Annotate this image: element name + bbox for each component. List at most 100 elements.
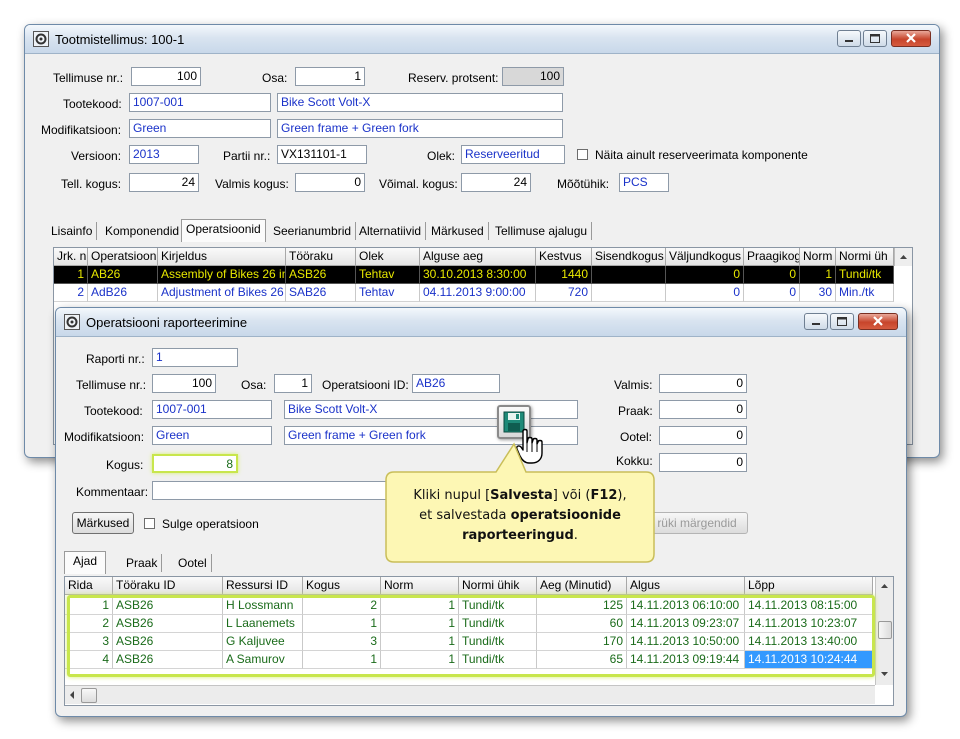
kokku-field[interactable]: 0 bbox=[659, 453, 747, 472]
cell-ressursi-id: H Lossmann bbox=[223, 597, 303, 615]
praak-field[interactable]: 0 bbox=[659, 400, 747, 419]
times-header-rida[interactable]: Rida bbox=[65, 577, 113, 595]
ops-header-olek[interactable]: Olek bbox=[356, 248, 420, 266]
modifikatsioon-label: Modifikatsioon: bbox=[64, 430, 145, 444]
ops-header-jrk[interactable]: Jrk. n bbox=[54, 248, 88, 266]
modifikatsioon-field[interactable]: Green bbox=[129, 119, 271, 138]
mootuhik-field[interactable]: PCS bbox=[619, 173, 669, 192]
maximize-button[interactable] bbox=[863, 30, 887, 47]
valmis-kogus-field[interactable]: 0 bbox=[295, 173, 365, 192]
tab-operatsioonid[interactable]: Operatsioonid bbox=[181, 219, 266, 242]
voimal-kogus-field[interactable]: 24 bbox=[461, 173, 531, 192]
close-button[interactable] bbox=[858, 313, 898, 330]
partii-nr-field[interactable]: VX131101-1 bbox=[277, 145, 367, 164]
tab-markused[interactable]: Märkused bbox=[427, 222, 489, 240]
scrollbar-thumb[interactable] bbox=[878, 621, 892, 639]
cell-ressursi-id: G Kaljuvee bbox=[223, 633, 303, 651]
osa-field[interactable]: 1 bbox=[274, 374, 312, 393]
table-row[interactable]: 2 ASB26 L Laanemets 1 1 Tundi/tk 60 14.1… bbox=[65, 615, 875, 633]
tootekood-name-field[interactable]: Bike Scott Volt-X bbox=[284, 400, 578, 419]
olek-field[interactable]: Reserveeritud bbox=[461, 145, 565, 164]
times-header-norm[interactable]: Norm bbox=[381, 577, 459, 595]
ops-header-normi-uhik[interactable]: Normi üh bbox=[836, 248, 894, 266]
ops-header-alguse-aeg[interactable]: Alguse aeg bbox=[420, 248, 536, 266]
kogus-field[interactable]: 8 bbox=[152, 454, 238, 473]
modifikatsioon-name-field[interactable]: Green frame + Green fork bbox=[277, 119, 563, 138]
maximize-button[interactable] bbox=[830, 313, 854, 330]
tootekood-name-field[interactable]: Bike Scott Volt-X bbox=[277, 93, 563, 112]
ops-header-kestvus[interactable]: Kestvus bbox=[536, 248, 592, 266]
modifikatsioon-field[interactable]: Green bbox=[152, 426, 272, 445]
table-row[interactable]: 1 ASB26 H Lossmann 2 1 Tundi/tk 125 14.1… bbox=[65, 597, 875, 615]
cell-norm: 1 bbox=[381, 597, 459, 615]
tab-ajad[interactable]: Ajad bbox=[64, 551, 107, 574]
times-header-algus[interactable]: Algus bbox=[627, 577, 745, 595]
print-labels-button[interactable]: rüki märgendid bbox=[646, 512, 748, 534]
tab-seerianumbrid[interactable]: Seerianumbrid bbox=[269, 222, 357, 240]
cell-normi-uhik: Tundi/tk bbox=[459, 633, 537, 651]
raporti-nr-field[interactable]: 1 bbox=[152, 348, 238, 367]
cell-kirjeldus: Assembly of Bikes 26 in bbox=[158, 266, 286, 284]
cell-kogus: 1 bbox=[303, 651, 381, 669]
tab-komponendid[interactable]: Komponendid bbox=[101, 222, 185, 240]
tootekood-field[interactable]: 1007-001 bbox=[152, 400, 272, 419]
cell-lopp: 14.11.2013 08:15:00 bbox=[745, 597, 873, 615]
ops-header-norm[interactable]: Norm bbox=[800, 248, 836, 266]
ops-header-sisendkogus[interactable]: Sisendkogus bbox=[592, 248, 666, 266]
times-header-aeg[interactable]: Aeg (Minutid) bbox=[537, 577, 627, 595]
tab-praak[interactable]: Praak bbox=[122, 554, 163, 572]
scroll-left-icon[interactable] bbox=[65, 686, 79, 704]
table-row[interactable]: 4 ASB26 A Samurov 1 1 Tundi/tk 65 14.11.… bbox=[65, 651, 875, 669]
tab-tellimuse-ajalugu[interactable]: Tellimuse ajalugu bbox=[491, 222, 593, 240]
times-header-tooraku-id[interactable]: Tööraku ID bbox=[113, 577, 223, 595]
scroll-up-icon[interactable] bbox=[876, 577, 893, 595]
operatsiooni-id-field[interactable]: AB26 bbox=[412, 374, 500, 393]
cell-aeg: 170 bbox=[537, 633, 627, 651]
minimize-button[interactable] bbox=[804, 313, 828, 330]
cell-norm: 1 bbox=[800, 266, 836, 284]
sulge-operatsioon-checkbox[interactable] bbox=[144, 518, 155, 529]
kommentaar-label: Kommentaar: bbox=[76, 485, 149, 499]
tootekood-field[interactable]: 1007-001 bbox=[129, 93, 271, 112]
close-button[interactable] bbox=[891, 30, 931, 47]
cell-kestvus: 1440 bbox=[536, 266, 592, 284]
horizontal-scrollbar[interactable] bbox=[65, 685, 875, 704]
markused-button[interactable]: Märkused bbox=[72, 512, 134, 534]
table-row[interactable]: 1 AB26 Assembly of Bikes 26 in ASB26 Teh… bbox=[54, 266, 894, 284]
times-header-normi-uhik[interactable]: Normi ühik bbox=[459, 577, 537, 595]
tellimuse-nr-field[interactable]: 100 bbox=[131, 67, 201, 86]
table-row[interactable]: 2 AdB26 Adjustment of Bikes 26 SAB26 Teh… bbox=[54, 284, 894, 302]
versioon-field[interactable]: 2013 bbox=[129, 145, 199, 164]
tab-lisainfo[interactable]: Lisainfo bbox=[47, 222, 98, 240]
tab-ootel[interactable]: Ootel bbox=[174, 554, 212, 572]
callout-text-part: . bbox=[573, 528, 578, 543]
cell-aeg: 65 bbox=[537, 651, 627, 669]
maximize-icon bbox=[837, 317, 847, 326]
minimize-button[interactable] bbox=[837, 30, 861, 47]
times-header-ressursi-id[interactable]: Ressursi ID bbox=[223, 577, 303, 595]
h-scrollbar-thumb[interactable] bbox=[81, 688, 97, 703]
ops-header-valjundkogus[interactable]: Väljundkogus bbox=[666, 248, 744, 266]
ootel-field[interactable]: 0 bbox=[659, 426, 747, 445]
olek-label: Olek: bbox=[427, 149, 456, 163]
times-header-kogus[interactable]: Kogus bbox=[303, 577, 381, 595]
tellimuse-nr-field[interactable]: 100 bbox=[152, 374, 216, 393]
vertical-scrollbar[interactable] bbox=[875, 577, 893, 685]
scroll-up-icon[interactable] bbox=[894, 248, 912, 266]
tell-kogus-field[interactable]: 24 bbox=[129, 173, 199, 192]
ops-header-kirjeldus[interactable]: Kirjeldus bbox=[158, 248, 286, 266]
ops-header-tooraku[interactable]: Tööraku bbox=[286, 248, 356, 266]
cell-algus: 14.11.2013 09:23:07 bbox=[627, 615, 745, 633]
valmis-field[interactable]: 0 bbox=[659, 374, 747, 393]
kommentaar-field[interactable] bbox=[152, 481, 392, 500]
naita-reserveerimata-checkbox[interactable] bbox=[577, 149, 588, 160]
scroll-down-icon[interactable] bbox=[876, 665, 893, 683]
times-header-lopp[interactable]: Lõpp bbox=[745, 577, 873, 595]
modifikatsioon-label: Modifikatsioon: bbox=[41, 123, 122, 137]
ops-header-praagikog[interactable]: Praagikog bbox=[744, 248, 800, 266]
tab-alternatiivid[interactable]: Alternatiivid bbox=[355, 222, 427, 240]
ops-header-operatsiooni[interactable]: Operatsiooni bbox=[88, 248, 158, 266]
table-row[interactable]: 3 ASB26 G Kaljuvee 3 1 Tundi/tk 170 14.1… bbox=[65, 633, 875, 651]
cell-tooraku: SAB26 bbox=[286, 284, 356, 302]
osa-field[interactable]: 1 bbox=[295, 67, 365, 86]
